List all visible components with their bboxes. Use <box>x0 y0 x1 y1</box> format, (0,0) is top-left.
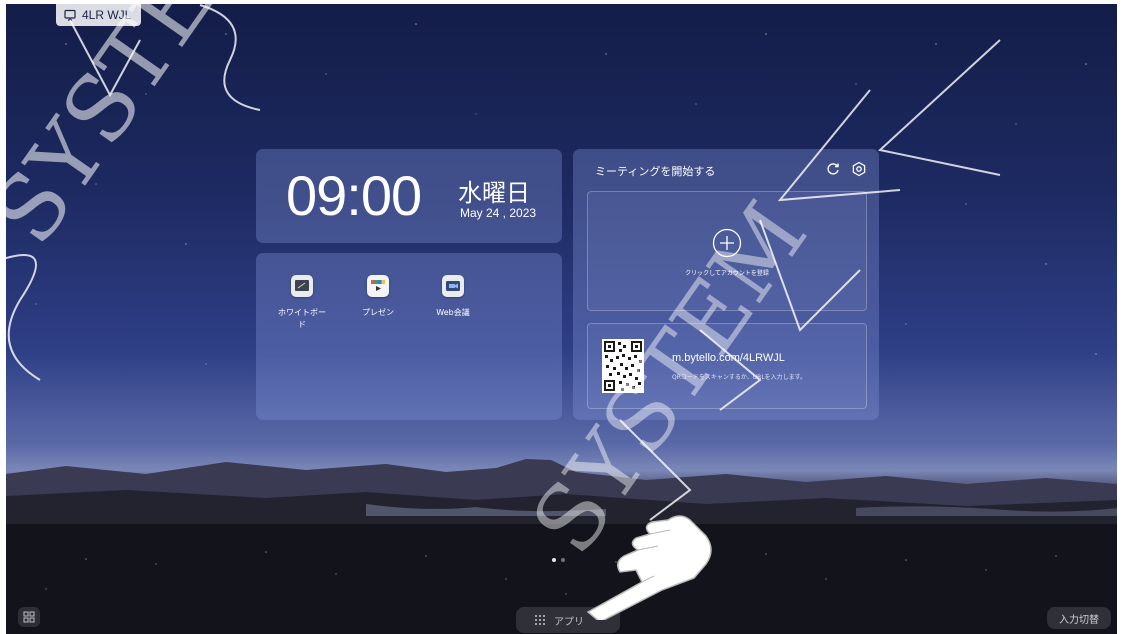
presentation-icon <box>367 275 389 297</box>
app-presentation[interactable]: プレゼン <box>348 275 408 319</box>
refresh-icon[interactable] <box>825 161 841 177</box>
page-dot[interactable] <box>552 558 556 562</box>
app-whiteboard-label: ホワイトボード <box>278 308 326 329</box>
clock-widget: 09:00 水曜日 May 24 , 2023 <box>256 149 562 243</box>
input-switch-button[interactable]: 入力切替 <box>1047 607 1111 629</box>
register-account-area[interactable]: クリックしてアカウントを登録 <box>587 191 867 311</box>
app-web-meeting-label: Web会議 <box>436 308 470 317</box>
app-web-meeting[interactable]: Web会議 <box>423 275 483 319</box>
app-whiteboard[interactable]: ホワイトボード <box>272 275 332 331</box>
app-grid-icon <box>535 615 545 625</box>
clock-weekday: 水曜日 <box>458 179 530 207</box>
join-url-box: m.bytello.com/4LRWJL QRコードをスキャンするか、URLを入… <box>587 323 867 409</box>
meeting-url: m.bytello.com/4LRWJL <box>672 352 785 364</box>
add-circle-icon <box>712 228 742 258</box>
desktop-screen: 4LR WJL 09:00 水曜日 May 24 , 2023 ホワイトボード … <box>6 4 1117 634</box>
settings-icon[interactable] <box>851 161 867 177</box>
meeting-url-hint: QRコードをスキャンするか、URLを入力します。 <box>672 374 807 381</box>
widget-grid-icon <box>23 611 35 623</box>
page-dot[interactable] <box>561 558 565 562</box>
meeting-title: ミーティングを開始する <box>595 165 716 178</box>
whiteboard-icon <box>291 275 313 297</box>
device-code: 4LR WJL <box>82 8 132 22</box>
apps-launcher-button[interactable]: アプリ <box>516 607 620 633</box>
register-account-text: クリックしてアカウントを登録 <box>685 270 769 277</box>
qr-code <box>602 339 644 393</box>
meeting-widget: ミーティングを開始する クリックしてアカウントを登録 m.bytello.com… <box>573 149 879 420</box>
page-indicator <box>552 558 565 562</box>
apps-widget: ホワイトボード プレゼン Web会議 <box>256 253 562 420</box>
clock-time: 09:00 <box>286 164 422 227</box>
device-code-tag[interactable]: 4LR WJL <box>56 4 142 26</box>
web-meeting-icon <box>442 275 464 297</box>
clock-date: May 24 , 2023 <box>460 206 537 220</box>
apps-launcher-label: アプリ <box>554 616 584 628</box>
app-presentation-label: プレゼン <box>362 308 394 317</box>
screen-share-icon <box>64 9 76 21</box>
widgets-button[interactable] <box>18 607 40 627</box>
